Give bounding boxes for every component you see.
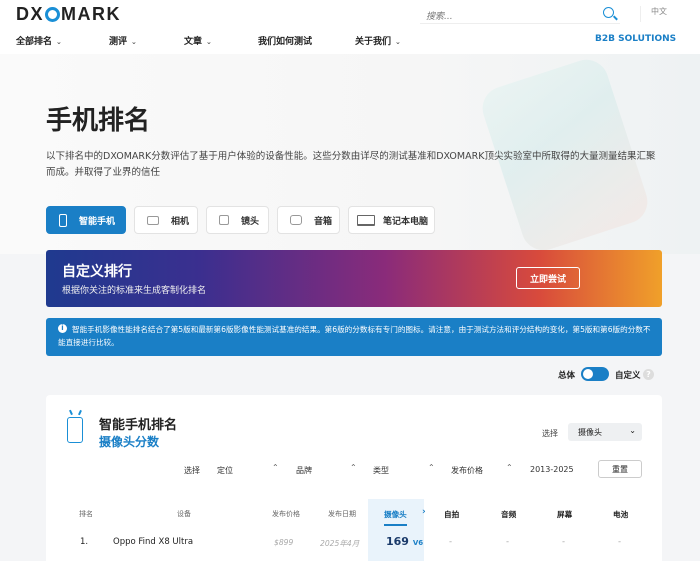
filter-label: 选择 xyxy=(184,466,200,475)
col-battery[interactable]: 电池 xyxy=(613,509,628,520)
col-rank: 排名 xyxy=(79,510,93,518)
banner-subtitle: 根据你关注的标准来生成客制化排名 xyxy=(62,286,207,296)
nav-reviews[interactable]: 测评 ⌄ xyxy=(109,34,137,47)
filter-brand[interactable]: 品牌 xyxy=(296,465,312,476)
search-input[interactable] xyxy=(420,8,590,26)
row-audio: - xyxy=(506,537,510,547)
col-display[interactable]: 屏幕 xyxy=(557,509,572,520)
tab-speakers[interactable]: 音箱 xyxy=(277,206,340,234)
speaker-icon xyxy=(290,215,302,225)
nav-label: 文章 xyxy=(184,37,203,47)
row-camera-score: 169 V6 xyxy=(386,535,423,548)
laptop-icon xyxy=(357,214,375,226)
notice-box: i 智能手机影像性能排名结合了第5版和最新第6版影像性能测试基准的结果。第6版的… xyxy=(46,318,662,356)
row-display: - xyxy=(562,537,566,547)
main-nav: 全部排名 ⌄ 测评 ⌄ 文章 ⌄ 我们如何测试 关于我们 ⌄ B2B SOLUTIONS xyxy=(0,34,700,52)
row-battery: - xyxy=(618,537,622,547)
ranking-subtitle: 摄像头分数 xyxy=(99,435,160,449)
nav-b2b-solutions[interactable]: B2B SOLUTIONS xyxy=(595,34,676,44)
custom-ranking-banner: 自定义排行 根据你关注的标准来生成客制化排名 立即尝试 xyxy=(46,250,662,307)
header: DXMARK 中文 全部排名⌄ 测评⌄ 文章⌄ 我们如何测试 关于我们⌄ B2B… xyxy=(0,0,700,54)
filter-type[interactable]: 类型 xyxy=(373,465,389,476)
nav-label: 测评 xyxy=(109,37,128,47)
chevron-up-icon[interactable]: ⌃ xyxy=(428,463,435,472)
tab-label: 音箱 xyxy=(314,216,333,227)
switch-knob xyxy=(583,369,593,379)
col-camera[interactable]: 摄像头 xyxy=(384,509,407,526)
nav-articles[interactable]: 文章 ⌄ xyxy=(184,34,212,47)
help-icon[interactable]: ? xyxy=(643,369,654,380)
nav-label: 全部排名 xyxy=(16,37,53,47)
nav-label: 关于我们 xyxy=(355,37,392,47)
col-launch-price[interactable]: 发布价格 xyxy=(272,509,300,519)
row-date: 2025年4月 xyxy=(320,539,360,548)
language-selector[interactable]: 中文 xyxy=(640,6,667,22)
tab-laptops[interactable]: 笔记本电脑 xyxy=(348,206,435,234)
col-audio[interactable]: 音频 xyxy=(501,509,516,520)
filter-position[interactable]: 定位 xyxy=(217,465,233,476)
reset-button[interactable]: 重置 xyxy=(598,460,642,478)
logo-text-start: DX xyxy=(16,4,45,24)
tab-cameras[interactable]: 相机 xyxy=(134,206,198,234)
col-device: 设备 xyxy=(177,510,191,518)
nav-about-us[interactable]: 关于我们 ⌄ xyxy=(355,34,401,47)
row-device[interactable]: Oppo Find X8 Ultra xyxy=(113,537,193,547)
filter-launch-price[interactable]: 发布价格 xyxy=(451,465,483,476)
chevron-up-icon[interactable]: ⌃ xyxy=(350,463,357,472)
row-selfie: - xyxy=(449,537,453,547)
page-title: 手机排名 xyxy=(46,106,151,136)
smartphone-camera-icon xyxy=(67,417,83,443)
nav-label: 我们如何测试 xyxy=(258,37,313,47)
toggle-label-custom: 自定义 xyxy=(615,371,641,381)
notice-text: 智能手机影像性能排名结合了第5版和最新第6版影像性能测试基准的结果。第6版的分数… xyxy=(58,325,651,347)
chevron-down-icon: ⌄ xyxy=(629,426,636,435)
col-launch-date[interactable]: 发布日期 xyxy=(328,509,356,519)
table-row[interactable]: 1. Oppo Find X8 Ultra $899 2025年4月 169 V… xyxy=(46,531,662,553)
chevron-down-icon: ⌄ xyxy=(206,38,212,46)
try-now-button[interactable]: 立即尝试 xyxy=(516,267,580,289)
lens-icon xyxy=(219,215,229,225)
search-bar xyxy=(420,4,620,26)
filter-bar: 选择 定位 ⌃ 品牌 ⌃ 类型 ⌃ 发布价格 ⌃ 2013-2025 重置 xyxy=(46,459,662,479)
intro-text: 以下排名中的DXOMARK分数评估了基于用户体验的设备性能。这些分数由详尽的测试… xyxy=(46,151,656,178)
score-select[interactable]: 摄像头 ⌄ xyxy=(568,423,642,441)
banner-title: 自定义排行 xyxy=(62,264,132,280)
tab-label: 笔记本电脑 xyxy=(383,216,429,227)
row-rank: 1. xyxy=(80,537,89,547)
tab-lenses[interactable]: 镜头 xyxy=(206,206,269,234)
nav-how-we-test[interactable]: 我们如何测试 xyxy=(258,34,312,47)
chevron-up-icon[interactable]: ⌃ xyxy=(506,463,513,472)
chevron-down-icon: ⌄ xyxy=(395,38,401,46)
logo-ring-icon xyxy=(45,7,61,22)
v6-badge: V6 xyxy=(412,539,424,547)
tab-label: 镜头 xyxy=(241,216,260,227)
logo-text-end: MARK xyxy=(61,4,122,24)
chevron-up-icon[interactable]: ⌃ xyxy=(272,463,279,472)
col-selfie[interactable]: 自拍 xyxy=(444,509,459,520)
ranking-card: 智能手机排名 摄像头分数 选择 摄像头 ⌄ 选择 定位 ⌃ 品牌 ⌃ 类型 ⌃ … xyxy=(46,395,662,561)
chevron-right-icon[interactable]: › xyxy=(422,507,426,517)
language-label: 中文 xyxy=(651,7,667,16)
toggle-label-overall: 总体 xyxy=(558,371,576,381)
tab-label: 相机 xyxy=(171,216,190,227)
camera-icon xyxy=(147,215,159,225)
ranking-title: 智能手机排名 xyxy=(99,418,178,433)
score-select-label: 选择 xyxy=(542,429,558,438)
row-price: $899 xyxy=(274,538,294,547)
nav-all-rankings[interactable]: 全部排名 ⌄ xyxy=(16,34,62,47)
chevron-down-icon: ⌄ xyxy=(131,38,137,46)
dxomark-logo[interactable]: DX MARK xyxy=(16,4,121,25)
tab-label: 智能手机 xyxy=(79,216,116,227)
chevron-down-icon: ⌄ xyxy=(56,38,62,46)
score-select-value: 摄像头 xyxy=(578,428,602,437)
tab-smartphones[interactable]: 智能手机 xyxy=(46,206,126,234)
table-header: 排名 设备 发布价格 发布日期 摄像头 自拍 音频 屏幕 电池 xyxy=(46,499,662,526)
search-icon[interactable] xyxy=(603,7,614,18)
smartphone-icon xyxy=(59,213,67,227)
camera-score-value: 169 xyxy=(386,535,409,548)
filter-year-range[interactable]: 2013-2025 xyxy=(530,465,574,474)
overall-custom-switch[interactable] xyxy=(581,367,609,381)
